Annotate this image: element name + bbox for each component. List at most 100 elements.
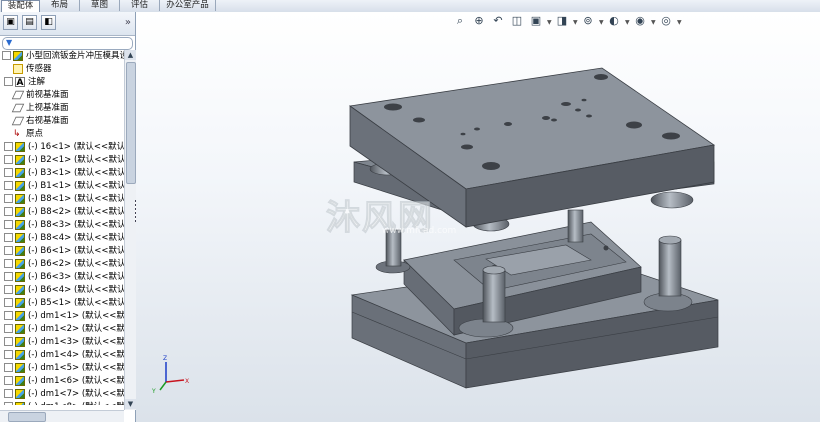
tree-item[interactable]: 右视基准面	[4, 115, 69, 128]
tree-item[interactable]: (-) B8<1> (默认<<默认>	[4, 193, 124, 206]
hscroll-thumb[interactable]	[8, 412, 46, 422]
expand-toggle-icon[interactable]	[4, 207, 13, 216]
expand-toggle-icon[interactable]	[4, 285, 13, 294]
scroll-thumb[interactable]	[126, 62, 136, 184]
watermark-url: www.mfcad.com	[382, 226, 457, 236]
tree-item-label: (-) B6<2> (默认<<默认>	[28, 259, 124, 269]
guide-post-front-right[interactable]	[643, 235, 693, 312]
feature-tree: 小型回流钣金片冲压模具设计传感器A注解前视基准面上视基准面右视基准面↳原点(-)…	[0, 50, 124, 405]
expand-toggle-icon[interactable]	[2, 51, 11, 60]
tree-item-label: (-) B6<3> (默认<<默认>	[28, 272, 124, 282]
tree-item-label: (-) B5<1> (默认<<默认>	[28, 298, 124, 308]
scroll-up-icon[interactable]: ▲	[125, 50, 136, 60]
tree-item[interactable]: (-) B8<2> (默认<<默认>	[4, 206, 124, 219]
tree-filter-input[interactable]: ▼	[2, 37, 133, 50]
tree-item[interactable]: (-) dm1<4> (默认<<默认	[4, 349, 124, 362]
tree-item[interactable]: (-) B2<1> (默认<<默认>	[4, 154, 124, 167]
assembly-icon	[13, 50, 23, 61]
tree-item[interactable]: (-) B1<1> (默认<<默认>	[4, 180, 124, 193]
plane-icon	[11, 103, 25, 112]
expand-toggle-icon[interactable]	[4, 194, 13, 203]
expand-toggle-icon[interactable]	[4, 181, 13, 190]
scroll-down-icon[interactable]: ▼	[125, 399, 136, 409]
expand-toggle-icon[interactable]	[4, 337, 13, 346]
part-icon	[15, 167, 25, 178]
part-icon	[15, 154, 25, 165]
tree-item[interactable]: (-) dm1<3> (默认<<默认	[4, 336, 124, 349]
expand-toggle-icon[interactable]	[4, 77, 13, 86]
part-icon	[15, 349, 25, 360]
tab-sketch[interactable]: 草图	[80, 0, 120, 11]
tree-item[interactable]: (-) B6<1> (默认<<默认>	[4, 245, 124, 258]
tree-item[interactable]: 小型回流钣金片冲压模具设计	[2, 50, 124, 63]
tree-item[interactable]: (-) dm1<8> (默认<<默认	[4, 401, 124, 405]
collapse-panel-icon[interactable]: »	[125, 17, 131, 28]
tree-item[interactable]: (-) dm1<6> (默认<<默认	[4, 375, 124, 388]
graphics-area[interactable]: ⌕ ⊕ ↶ ◫ ▣ ▼ ◨ ▼ ⊚ ▼ ◐ ▼ ◉ ▼ ◎ ▼ Z X Y 沐风…	[136, 12, 820, 422]
tree-item[interactable]: (-) B6<2> (默认<<默认>	[4, 258, 124, 271]
tree-item[interactable]: (-) dm1<5> (默认<<默认	[4, 362, 124, 375]
feature-tree-tab-icon[interactable]: ▣	[3, 15, 18, 30]
expand-toggle-icon[interactable]	[4, 389, 13, 398]
expand-toggle-icon[interactable]	[4, 259, 13, 268]
tree-item[interactable]: (-) dm1<2> (默认<<默认	[4, 323, 124, 336]
part-icon	[15, 232, 25, 243]
tree-item[interactable]: 传感器	[4, 63, 52, 76]
sensor-icon	[13, 63, 23, 74]
expand-toggle-icon[interactable]	[4, 311, 13, 320]
expand-toggle-icon[interactable]	[4, 402, 13, 405]
tab-layout[interactable]: 布局	[40, 0, 80, 11]
guide-post-back-right[interactable]	[567, 209, 584, 243]
config-manager-tab-icon[interactable]: ◧	[41, 15, 56, 30]
expand-toggle-icon[interactable]	[4, 376, 13, 385]
part-icon	[15, 141, 25, 152]
tree-item[interactable]: (-) 16<1> (默认<<默认>	[4, 141, 124, 154]
tree-item[interactable]: ↳ 原点	[4, 128, 43, 141]
expand-toggle-icon[interactable]	[4, 142, 13, 151]
mold-assembly-model[interactable]: Z X Y	[136, 12, 820, 422]
axis-x-label: X	[185, 378, 189, 385]
expand-toggle-icon[interactable]	[4, 298, 13, 307]
part-icon	[15, 206, 25, 217]
expand-toggle-icon[interactable]	[4, 155, 13, 164]
tab-office-products[interactable]: 办公室产品	[160, 0, 216, 11]
tab-assembly[interactable]: 装配体	[1, 0, 40, 12]
tree-item[interactable]: 前视基准面	[4, 89, 69, 102]
expand-toggle-icon[interactable]	[4, 246, 13, 255]
tree-item[interactable]: (-) dm1<1> (默认<<默认	[4, 310, 124, 323]
part-icon	[15, 271, 25, 282]
tree-item[interactable]: (-) dm1<7> (默认<<默认	[4, 388, 124, 401]
plane-icon	[11, 116, 25, 125]
tree-item[interactable]: A 注解	[4, 76, 45, 89]
tree-item-label: (-) B8<1> (默认<<默认>	[28, 194, 124, 204]
expand-toggle-icon[interactable]	[4, 272, 13, 281]
tree-item[interactable]: (-) B6<4> (默认<<默认>	[4, 284, 124, 297]
expand-toggle-icon[interactable]	[4, 350, 13, 359]
expand-toggle-icon[interactable]	[4, 220, 13, 229]
axis-z-label: Z	[163, 355, 167, 362]
tree-item[interactable]: (-) B8<3> (默认<<默认>	[4, 219, 124, 232]
expand-toggle-icon[interactable]	[4, 324, 13, 333]
tree-item-label: (-) dm1<5> (默认<<默认	[28, 363, 124, 373]
expand-toggle-icon[interactable]	[4, 363, 13, 372]
property-manager-tab-icon[interactable]: ▤	[22, 15, 37, 30]
tree-item[interactable]: (-) B6<3> (默认<<默认>	[4, 271, 124, 284]
tree-vertical-scrollbar[interactable]: ▲ ▼	[124, 50, 136, 410]
expand-toggle-icon[interactable]	[4, 233, 13, 242]
tree-item[interactable]: (-) B3<1> (默认<<默认>	[4, 167, 124, 180]
tree-item[interactable]: (-) B5<1> (默认<<默认>	[4, 297, 124, 310]
tree-item[interactable]: 上视基准面	[4, 102, 69, 115]
part-icon	[15, 362, 25, 373]
tree-item[interactable]: (-) B8<4> (默认<<默认>	[4, 232, 124, 245]
expand-toggle-icon[interactable]	[4, 168, 13, 177]
tree-item-label: (-) 16<1> (默认<<默认>	[28, 142, 124, 152]
part-icon	[15, 180, 25, 191]
tree-item-label: 传感器	[26, 64, 52, 74]
tree-horizontal-scrollbar[interactable]	[0, 410, 124, 422]
tab-evaluate[interactable]: 评估	[120, 0, 160, 11]
tree-item-label: 注解	[28, 77, 46, 87]
